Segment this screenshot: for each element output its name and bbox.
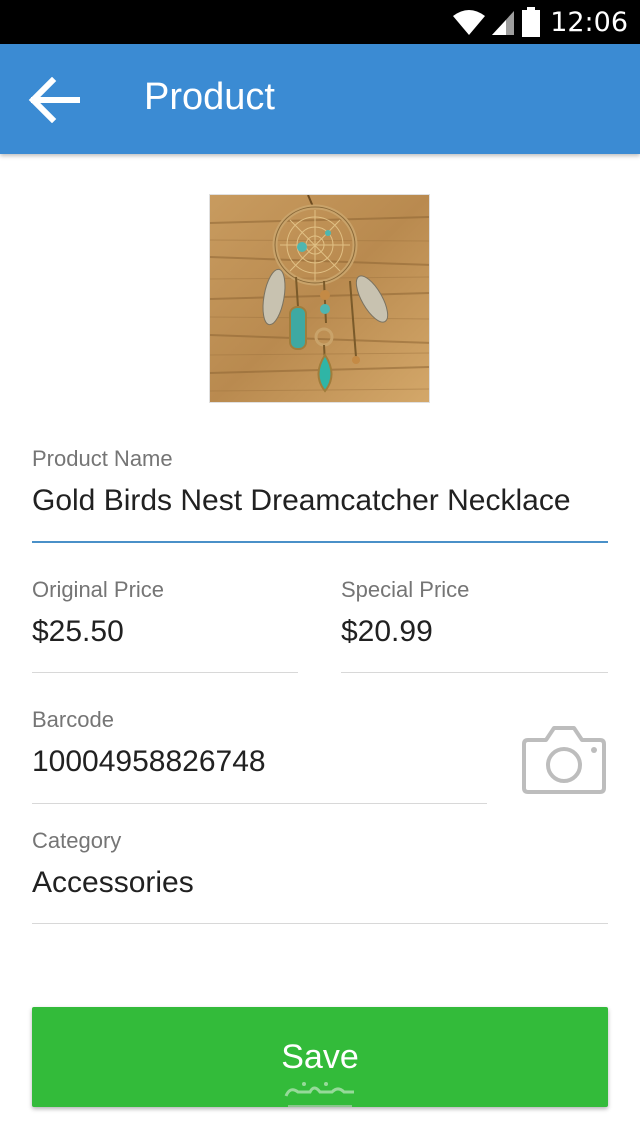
category-field[interactable]: Category Accessories xyxy=(32,828,608,924)
special-price-label: Special Price xyxy=(341,577,470,602)
status-bar: 12:06 xyxy=(0,0,640,44)
save-button[interactable]: Save xyxy=(32,1007,608,1107)
special-price-field[interactable]: Special Price $20.99 xyxy=(341,577,608,673)
scan-barcode-button[interactable] xyxy=(518,724,610,796)
barcode-underline xyxy=(32,803,487,804)
barcode-input[interactable]: 10004958826748 xyxy=(32,745,487,779)
category-underline xyxy=(32,923,608,924)
wifi-icon xyxy=(453,10,486,35)
barcode-label: Barcode xyxy=(32,707,114,732)
category-label: Category xyxy=(32,828,122,853)
original-price-label: Original Price xyxy=(32,577,165,602)
product-image xyxy=(209,194,430,403)
page-title: Product xyxy=(144,76,275,118)
signal-icon xyxy=(492,11,515,35)
product-photo xyxy=(210,195,429,402)
original-price-field[interactable]: Original Price $25.50 xyxy=(32,577,298,673)
product-name-underline xyxy=(32,541,608,543)
camera-icon xyxy=(522,726,606,794)
category-input[interactable]: Accessories xyxy=(32,866,608,900)
barcode-field[interactable]: Barcode 10004958826748 xyxy=(32,707,487,804)
status-icons: 12:06 xyxy=(452,6,628,38)
arrow-left-icon xyxy=(28,77,80,123)
original-price-underline xyxy=(32,672,298,673)
special-price-underline xyxy=(341,672,608,673)
back-button[interactable] xyxy=(22,72,86,128)
special-price-input[interactable]: $20.99 xyxy=(341,615,608,649)
original-price-input[interactable]: $25.50 xyxy=(32,615,298,649)
app-bar: Product xyxy=(0,44,640,154)
battery-icon xyxy=(522,7,541,37)
product-name-label: Product Name xyxy=(32,446,173,471)
status-time: 12:06 xyxy=(550,6,628,38)
product-name-input[interactable]: Gold Birds Nest Dreamcatcher Necklace xyxy=(32,484,608,518)
product-name-field[interactable]: Product Name Gold Birds Nest Dreamcatche… xyxy=(32,446,608,543)
